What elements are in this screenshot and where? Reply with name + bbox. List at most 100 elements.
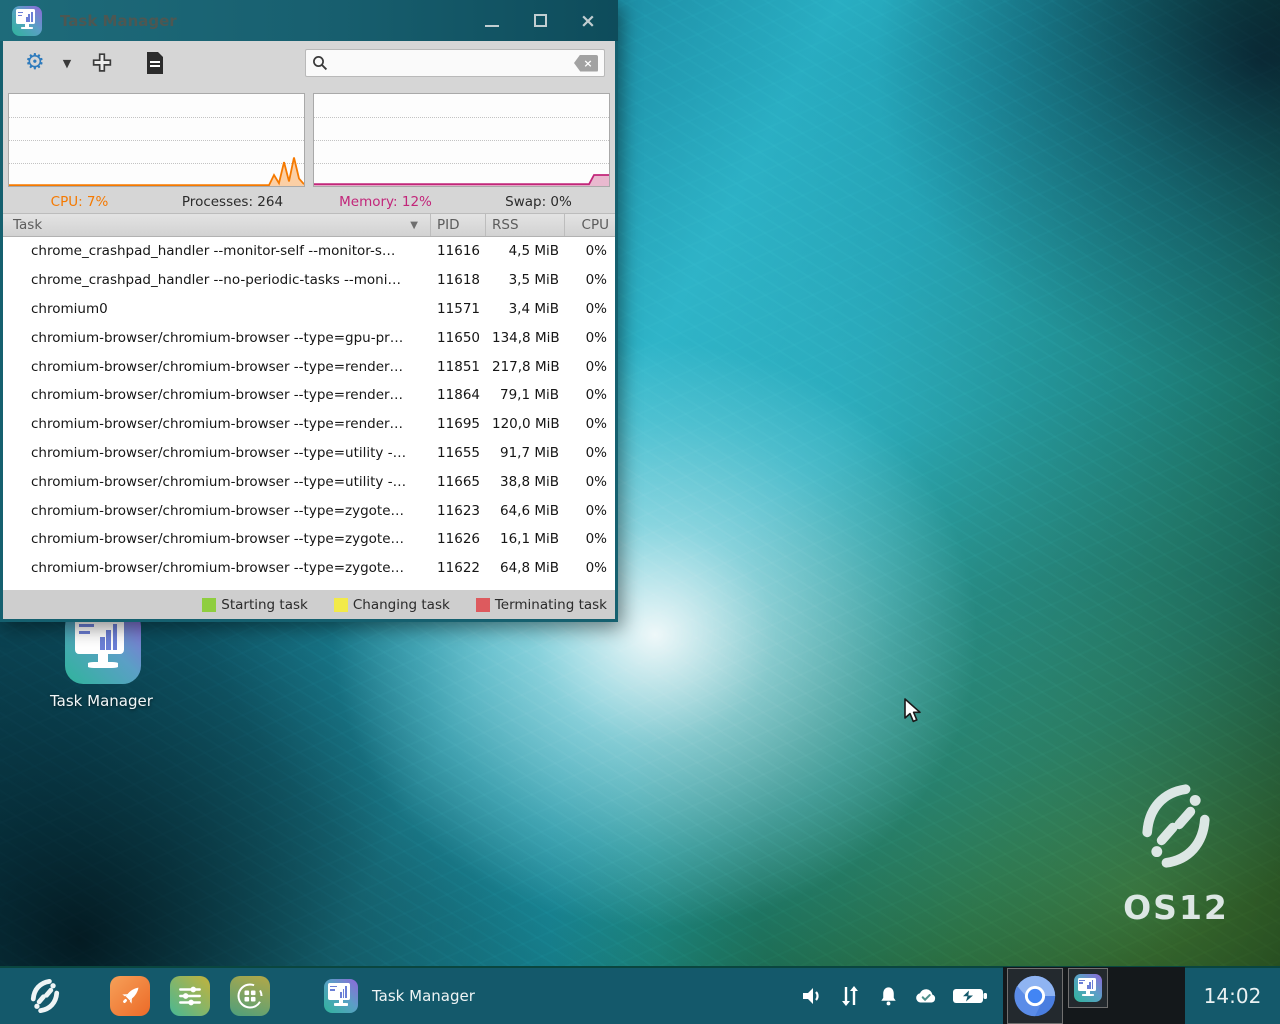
minimize-button[interactable] xyxy=(472,6,512,36)
row-cell: 0% xyxy=(565,272,615,288)
table-row[interactable]: chrome_crashpad_handler --monitor-self -… xyxy=(3,237,615,266)
settings-button[interactable]: ⚙ xyxy=(17,46,53,80)
chromium-tray-button[interactable] xyxy=(1007,968,1063,1024)
table-header: Task ▼ PID RSS CPU xyxy=(3,213,615,237)
column-header-task[interactable]: Task ▼ xyxy=(3,214,431,236)
desktop-icon-task-manager[interactable]: Task Manager xyxy=(58,608,148,710)
row-cell: chrome_crashpad_handler --monitor-self -… xyxy=(3,243,431,259)
notifications-button[interactable] xyxy=(875,983,901,1009)
row-cell: chromium-browser/chromium-browser --type… xyxy=(3,359,431,375)
row-cell: 3,5 MiB xyxy=(486,272,565,288)
battery-button[interactable] xyxy=(951,983,989,1009)
row-cell: chromium-browser/chromium-browser --type… xyxy=(3,330,431,346)
task-manager-icon xyxy=(324,979,358,1013)
table-row[interactable]: chromium-browser/chromium-browser --type… xyxy=(3,496,615,525)
row-cell: 0% xyxy=(565,445,615,461)
rocket-icon xyxy=(117,983,143,1009)
details-button[interactable] xyxy=(137,46,173,80)
row-cell: 11665 xyxy=(431,474,486,490)
legend-swatch xyxy=(202,598,216,612)
row-cell: chromium-browser/chromium-browser --type… xyxy=(3,445,431,461)
toolbar: ⚙ ▼ xyxy=(3,41,615,85)
maximize-button[interactable] xyxy=(520,6,560,36)
row-cell: 0% xyxy=(565,560,615,576)
table-row[interactable]: chromium0115713,4 MiB0% xyxy=(3,295,615,324)
close-button[interactable]: × xyxy=(568,6,608,36)
row-cell: 16,1 MiB xyxy=(486,531,565,547)
table-row[interactable]: chromium-browser/chromium-browser --type… xyxy=(3,439,615,468)
column-header-cpu[interactable]: CPU xyxy=(565,214,615,236)
taskbar: Task Manager xyxy=(0,966,1280,1024)
table-row[interactable]: chromium-browser/chromium-browser --type… xyxy=(3,410,615,439)
cloud-sync-button[interactable] xyxy=(913,983,939,1009)
legend-label: Changing task xyxy=(353,597,450,613)
search-input[interactable] xyxy=(328,56,574,71)
titlebar[interactable]: Task Manager × xyxy=(0,0,618,41)
window-title: Task Manager xyxy=(60,12,472,30)
desktop: OS12 Task Manager Task Manager × xyxy=(0,0,1280,1024)
os12-menu-button[interactable] xyxy=(22,973,68,1019)
cpu-history-sparkline xyxy=(9,94,304,186)
settings-launcher-button[interactable] xyxy=(170,976,210,1016)
row-cell: 0% xyxy=(565,243,615,259)
chromium-icon xyxy=(1013,974,1057,1018)
table-row[interactable]: chromium-browser/chromium-browser --type… xyxy=(3,381,615,410)
settings-dropdown-arrow-icon[interactable]: ▼ xyxy=(53,57,81,70)
table-row[interactable]: chrome_crashpad_handler --no-periodic-ta… xyxy=(3,266,615,295)
row-cell: 11650 xyxy=(431,330,486,346)
row-cell: 11851 xyxy=(431,359,486,375)
row-cell: 0% xyxy=(565,301,615,317)
row-cell: chromium-browser/chromium-browser --type… xyxy=(3,416,431,432)
row-cell: 0% xyxy=(565,531,615,547)
task-manager-tray-button[interactable] xyxy=(1068,968,1108,1008)
row-cell: 0% xyxy=(565,387,615,403)
bell-icon xyxy=(877,984,900,1008)
clock[interactable]: 14:02 xyxy=(1185,984,1280,1008)
column-header-pid[interactable]: PID xyxy=(431,214,486,236)
cloud-sync-icon xyxy=(913,984,939,1008)
row-cell: 4,5 MiB xyxy=(486,243,565,259)
process-table: chrome_crashpad_handler --monitor-self -… xyxy=(3,237,615,590)
table-row[interactable]: chromium-browser/chromium-browser --type… xyxy=(3,525,615,554)
table-row[interactable]: chromium-browser/chromium-browser --type… xyxy=(3,554,615,583)
row-cell: 38,8 MiB xyxy=(486,474,565,490)
app-grid-icon xyxy=(236,982,264,1010)
volume-button[interactable] xyxy=(799,983,825,1009)
taskbar-window-button[interactable]: Task Manager xyxy=(314,967,485,1024)
row-cell: chromium0 xyxy=(3,301,431,317)
app-grid-launcher-button[interactable] xyxy=(230,976,270,1016)
battery-icon xyxy=(952,985,988,1007)
row-cell: 11623 xyxy=(431,503,486,519)
row-cell: 64,8 MiB xyxy=(486,560,565,576)
search-icon xyxy=(312,55,328,71)
table-row[interactable]: chromium-browser/chromium-browser --type… xyxy=(3,352,615,381)
sort-descending-icon: ▼ xyxy=(410,220,418,231)
legend-label: Starting task xyxy=(221,597,308,613)
row-cell: chromium-browser/chromium-browser --type… xyxy=(3,474,431,490)
row-cell: 0% xyxy=(565,330,615,346)
network-transfer-icon xyxy=(839,984,861,1008)
table-row[interactable]: chromium-browser/chromium-browser --type… xyxy=(3,467,615,496)
row-cell: 217,8 MiB xyxy=(486,359,565,375)
row-cell: 11695 xyxy=(431,416,486,432)
column-header-rss[interactable]: RSS xyxy=(486,214,565,236)
row-cell: 11616 xyxy=(431,243,486,259)
rocket-launcher-button[interactable] xyxy=(110,976,150,1016)
search-box[interactable]: × xyxy=(305,49,605,77)
identify-window-button[interactable] xyxy=(81,46,123,80)
row-cell: 11864 xyxy=(431,387,486,403)
legend-item: Changing task xyxy=(334,597,450,613)
legend-item: Starting task xyxy=(202,597,308,613)
network-transfer-button[interactable] xyxy=(837,983,863,1009)
desktop-icon-label: Task Manager xyxy=(50,692,148,710)
system-tray: 14:02 xyxy=(793,968,1280,1024)
task-manager-tray-icon xyxy=(1074,974,1102,1002)
legend-item: Terminating task xyxy=(476,597,607,613)
table-row[interactable]: chromium-browser/chromium-browser --type… xyxy=(3,323,615,352)
clear-search-icon[interactable]: × xyxy=(574,55,598,72)
graphs-area xyxy=(3,85,615,190)
task-manager-window: Task Manager × ⚙ ▼ xyxy=(0,0,618,622)
row-cell: 0% xyxy=(565,359,615,375)
row-cell: 64,6 MiB xyxy=(486,503,565,519)
processes-label: Processes: 264 xyxy=(156,194,309,210)
